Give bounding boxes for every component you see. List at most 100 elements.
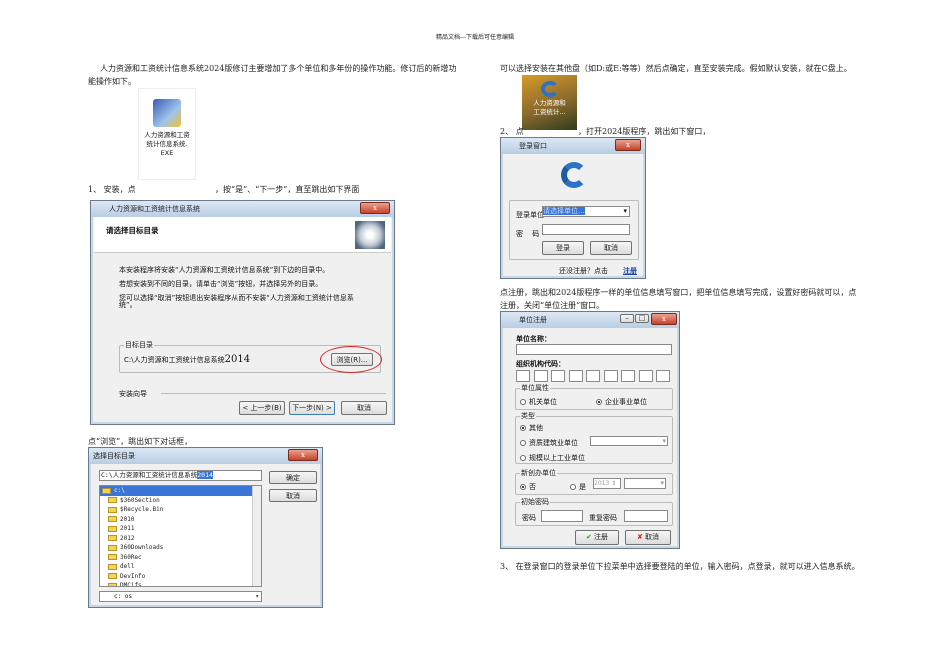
ok-button[interactable]: 确定 <box>269 471 317 484</box>
radio-construction[interactable]: 资质建筑业单位 <box>520 438 578 448</box>
exe-label-2: 统计信息系统. <box>146 140 188 148</box>
installer-icon <box>153 99 181 127</box>
folder-item[interactable]: DMCifs <box>100 581 261 586</box>
cross-icon: ✘ <box>636 533 643 541</box>
month-select[interactable]: ▾ <box>624 478 666 489</box>
register-button[interactable]: ✔ 注册 <box>575 530 619 545</box>
path-input[interactable]: C:\人力资源和工资统计信息系统2014 <box>99 470 262 481</box>
radio-gov[interactable]: 机关单位 <box>520 397 557 407</box>
org-code-box[interactable] <box>533 370 548 382</box>
exe-file-icon[interactable]: 人力资源和工资 统计信息系统. EXE <box>138 88 196 180</box>
shortcut-label-1: 人力资源和 <box>533 99 566 107</box>
para1: 可以选择安装在其他盘（如D:或E:等等）然后点确定，直至安装完成。假如默认安装，… <box>500 64 852 73</box>
folder-icon <box>108 554 117 560</box>
register-hint: 还没注册？点击 <box>559 267 608 275</box>
minimize-button[interactable]: – <box>620 314 634 323</box>
app-logo-icon <box>540 81 559 97</box>
unit-name-label: 单位名称： <box>516 335 551 343</box>
init-password-label: 初始密码 <box>520 497 550 507</box>
folder-icon <box>108 582 117 586</box>
intro-text: 人力资源和工资统计信息系统2024版修订主要增加了多个单位和多年份的操作功能。修… <box>100 64 457 73</box>
intro-text-2: 能操作如下。 <box>88 77 136 86</box>
folder-item[interactable]: 2012 <box>100 534 261 544</box>
folder-item[interactable]: c:\ <box>100 486 261 496</box>
install-text-2: 若想安装到不同的目录，请单击“浏览”按钮，并选择另外的目录。 <box>119 280 323 288</box>
unit-attr-label: 单位属性 <box>520 383 550 393</box>
shortcut-label-2: 工资统计... <box>533 108 566 116</box>
close-button[interactable]: x <box>651 313 677 325</box>
close-button[interactable]: x <box>615 139 641 151</box>
maximize-button[interactable]: □ <box>635 314 649 323</box>
folder-item[interactable]: $360Section <box>100 496 261 506</box>
org-code-box[interactable] <box>621 370 635 382</box>
unit-label: 登录单位 <box>516 211 544 219</box>
cancel-button[interactable]: ✘ 取消 <box>625 530 671 545</box>
org-code-box[interactable] <box>586 370 600 382</box>
register-link[interactable]: 注册 <box>623 266 637 276</box>
org-code-box[interactable] <box>603 370 618 382</box>
login-button[interactable]: 登录 <box>542 241 584 255</box>
folder-item[interactable]: 2010 <box>100 515 261 525</box>
org-code-box[interactable] <box>568 370 583 382</box>
repeat-password-input[interactable] <box>624 510 668 522</box>
repeat-password-label: 重复密码 <box>589 514 617 522</box>
folder-item[interactable]: DevInfo <box>100 572 261 582</box>
folder-icon <box>102 487 111 494</box>
browse-dialog: 选择目标目录 x C:\人力资源和工资统计信息系统2014 确定 取消 c:\ $… <box>88 447 323 608</box>
password-label: 密码 <box>522 514 536 522</box>
register-window: 单位注册 – □ x 单位名称： 组织机构代码： 单位属性 机关单位 企业事业单… <box>500 311 680 549</box>
type-label: 类型 <box>520 411 536 421</box>
org-code-box[interactable] <box>638 370 653 382</box>
unit-select[interactable]: 请选择单位... ▾ <box>542 206 630 217</box>
cancel-button[interactable]: 取消 <box>341 401 387 415</box>
radio-enterprise[interactable]: 企业事业单位 <box>596 397 647 407</box>
target-dir-label: 目标目录 <box>124 340 154 350</box>
folder-icon <box>108 563 117 570</box>
folder-icon <box>108 535 117 541</box>
cancel-button[interactable]: 取消 <box>269 489 317 502</box>
password-label: 密 码 <box>516 230 540 238</box>
install-text-3: 您可以选择“取消”按钮退出安装程序从而不安装“人力资源和工资统计信息系 <box>119 294 354 302</box>
org-code-box[interactable] <box>516 370 530 382</box>
folder-item[interactable]: 2011 <box>100 524 261 534</box>
target-path: C:\人力资源和工资统计信息系统2014 <box>124 354 251 365</box>
drive-select[interactable]: c: os ▾ <box>99 591 262 602</box>
unit-name-input[interactable] <box>516 344 672 355</box>
scrollbar[interactable] <box>252 486 261 586</box>
close-button[interactable]: x <box>288 449 318 461</box>
install-text-4: 统”。 <box>119 301 137 309</box>
folder-item[interactable]: 360Rec <box>100 553 261 563</box>
radio-yes[interactable]: 是 <box>570 482 586 492</box>
close-button[interactable]: x <box>360 202 390 214</box>
check-icon: ✔ <box>585 533 592 541</box>
cancel-button[interactable]: 取消 <box>590 241 632 255</box>
folder-item[interactable]: dell <box>100 562 261 572</box>
back-button[interactable]: < 上一步(B) <box>239 401 285 415</box>
org-code-box[interactable] <box>656 370 670 382</box>
construction-select[interactable]: ▾ <box>590 436 668 446</box>
folder-item[interactable]: $Recycle.Bin <box>100 505 261 515</box>
desktop-shortcut-icon[interactable]: 人力资源和 工资统计... <box>522 75 577 130</box>
password-input[interactable] <box>542 224 630 235</box>
target-dir-group: 目标目录 C:\人力资源和工资统计信息系统2014 浏览(R)... <box>119 340 382 373</box>
folder-item[interactable]: 360Downloads <box>100 543 261 553</box>
folder-icon <box>108 525 117 532</box>
install-dialog: 人力资源和工资统计信息系统 x 请选择目标目录 本安装程序将安装“人力资源和工资… <box>90 200 395 425</box>
folder-list[interactable]: c:\ $360Section $Recycle.Bin 2010 2011 2012 36… <box>99 485 262 587</box>
radio-industrial[interactable]: 规模以上工业单位 <box>520 453 585 463</box>
radio-other[interactable]: 其他 <box>520 423 543 433</box>
year-spinner[interactable]: 2013 ⇕ <box>593 478 621 489</box>
login-window: 登录窗口 x 登录单位 请选择单位... ▾ 密 码 登录 取消 还没注册？点击 … <box>500 137 646 279</box>
org-code-box[interactable] <box>551 370 565 382</box>
radio-no[interactable]: 否 <box>520 482 536 492</box>
org-code-label: 组织机构代码： <box>516 360 565 368</box>
exe-label-3: EXE <box>160 149 174 157</box>
app-logo-icon <box>561 162 587 188</box>
folder-icon <box>108 506 117 513</box>
password-input[interactable] <box>541 510 583 522</box>
folder-icon <box>108 516 117 522</box>
step1-text-a: 1、 安装，点 <box>88 185 136 194</box>
next-button[interactable]: 下一步(N) > <box>289 401 335 415</box>
install-heading: 请选择目标目录 <box>106 226 159 235</box>
exe-label-1: 人力资源和工资 <box>144 131 190 139</box>
